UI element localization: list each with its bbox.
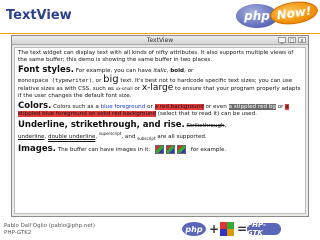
fonts-big: big — [103, 73, 119, 85]
fonts-text-4: , or — [92, 77, 104, 84]
underline-text-4: , and — [121, 133, 138, 140]
textview-window: TextView _ □ x The text widget can displ… — [11, 35, 309, 217]
fonts-bold: bold — [170, 68, 185, 75]
fonts-italic: italic — [153, 68, 167, 75]
colors-text-5: (select that to read it) can be used. — [156, 111, 257, 118]
fonts-xx-small: xx-small — [115, 85, 133, 91]
colors-text-3: or even — [203, 104, 229, 111]
header-rule — [0, 33, 320, 34]
fonts-text-3: , or — [184, 68, 194, 75]
colors-red-background: a red background — [154, 104, 204, 111]
underline-paragraph: Underline, strikethrough, and rise. Stri… — [18, 119, 302, 142]
colors-text-1: Colors such as a — [51, 104, 101, 111]
strikethrough-text: Strikethrough — [186, 122, 225, 129]
footer-credits: Pablo Dall'Oglio (pablo@php.net) PHP-GTK… — [4, 223, 95, 237]
underline-heading: Underline, strikethrough, and rise. — [18, 119, 185, 130]
fonts-paragraph: Font styles. For example, you can have i… — [18, 65, 302, 100]
footer-php-logo: php — [182, 222, 206, 236]
gtk-logo-image — [166, 145, 176, 154]
images-paragraph: Images. The buffer can have images in it… — [18, 145, 302, 154]
colors-blue-foreground: blue foreground — [100, 104, 146, 111]
footer-php-text: php — [185, 224, 203, 234]
footer-equals: = — [237, 222, 248, 236]
php-logo-text: php — [244, 9, 270, 23]
footer-gtk-logo — [220, 222, 234, 236]
underline-text-1: , — [224, 122, 227, 129]
footer-author: Pablo Dall'Oglio (pablo@php.net) — [4, 223, 96, 229]
text-view[interactable]: The text widget can display text with al… — [14, 47, 306, 214]
images-text-2: for example. — [190, 147, 227, 153]
gtk-logo-image — [177, 145, 187, 154]
images-heading: Images. — [18, 144, 56, 154]
now-logo-text: Now! — [275, 3, 313, 23]
superscript-text: superscript — [98, 130, 122, 136]
footer-php-gtk-text: PHP-GTK — [247, 221, 266, 237]
footer-subtitle: PHP-GTK2 — [4, 230, 32, 236]
minimize-button[interactable]: _ — [278, 37, 286, 44]
subscript-text: subscript — [137, 135, 156, 141]
maximize-button[interactable]: □ — [288, 37, 296, 44]
colors-text-4: or — [275, 104, 286, 111]
window-controls: _ □ x — [278, 37, 306, 44]
underline-text-5: are all supported. — [155, 133, 207, 140]
close-button[interactable]: x — [298, 37, 306, 44]
intro-paragraph: The text widget can display text with al… — [18, 50, 294, 64]
footer-plus: + — [209, 222, 220, 236]
fonts-text-6: or — [132, 85, 142, 92]
fonts-monospace: monospace (typewriter) — [18, 77, 93, 84]
window-titlebar[interactable]: TextView _ □ x — [12, 36, 308, 45]
image-row — [155, 145, 187, 154]
colors-stippled-bg: a stippled red bg — [228, 104, 276, 111]
now-logo: Now! — [268, 0, 320, 28]
colors-paragraph: Colors. Colors such as a blue foreground… — [18, 101, 302, 118]
colors-heading: Colors. — [18, 101, 52, 112]
colors-text-2: or — [145, 104, 155, 111]
window-title: TextView — [146, 37, 174, 44]
double-underline-text: double underline — [48, 133, 96, 140]
gtk-logo-image — [155, 145, 165, 154]
fonts-x-large: x-large — [141, 82, 174, 93]
slide-title: TextView — [6, 8, 72, 23]
images-text-1: The buffer can have images in it: — [55, 147, 153, 153]
underline-text: underline — [18, 133, 45, 140]
fonts-heading: Font styles. — [18, 65, 75, 76]
footer-php-gtk-logo: PHP-GTK — [247, 221, 281, 237]
